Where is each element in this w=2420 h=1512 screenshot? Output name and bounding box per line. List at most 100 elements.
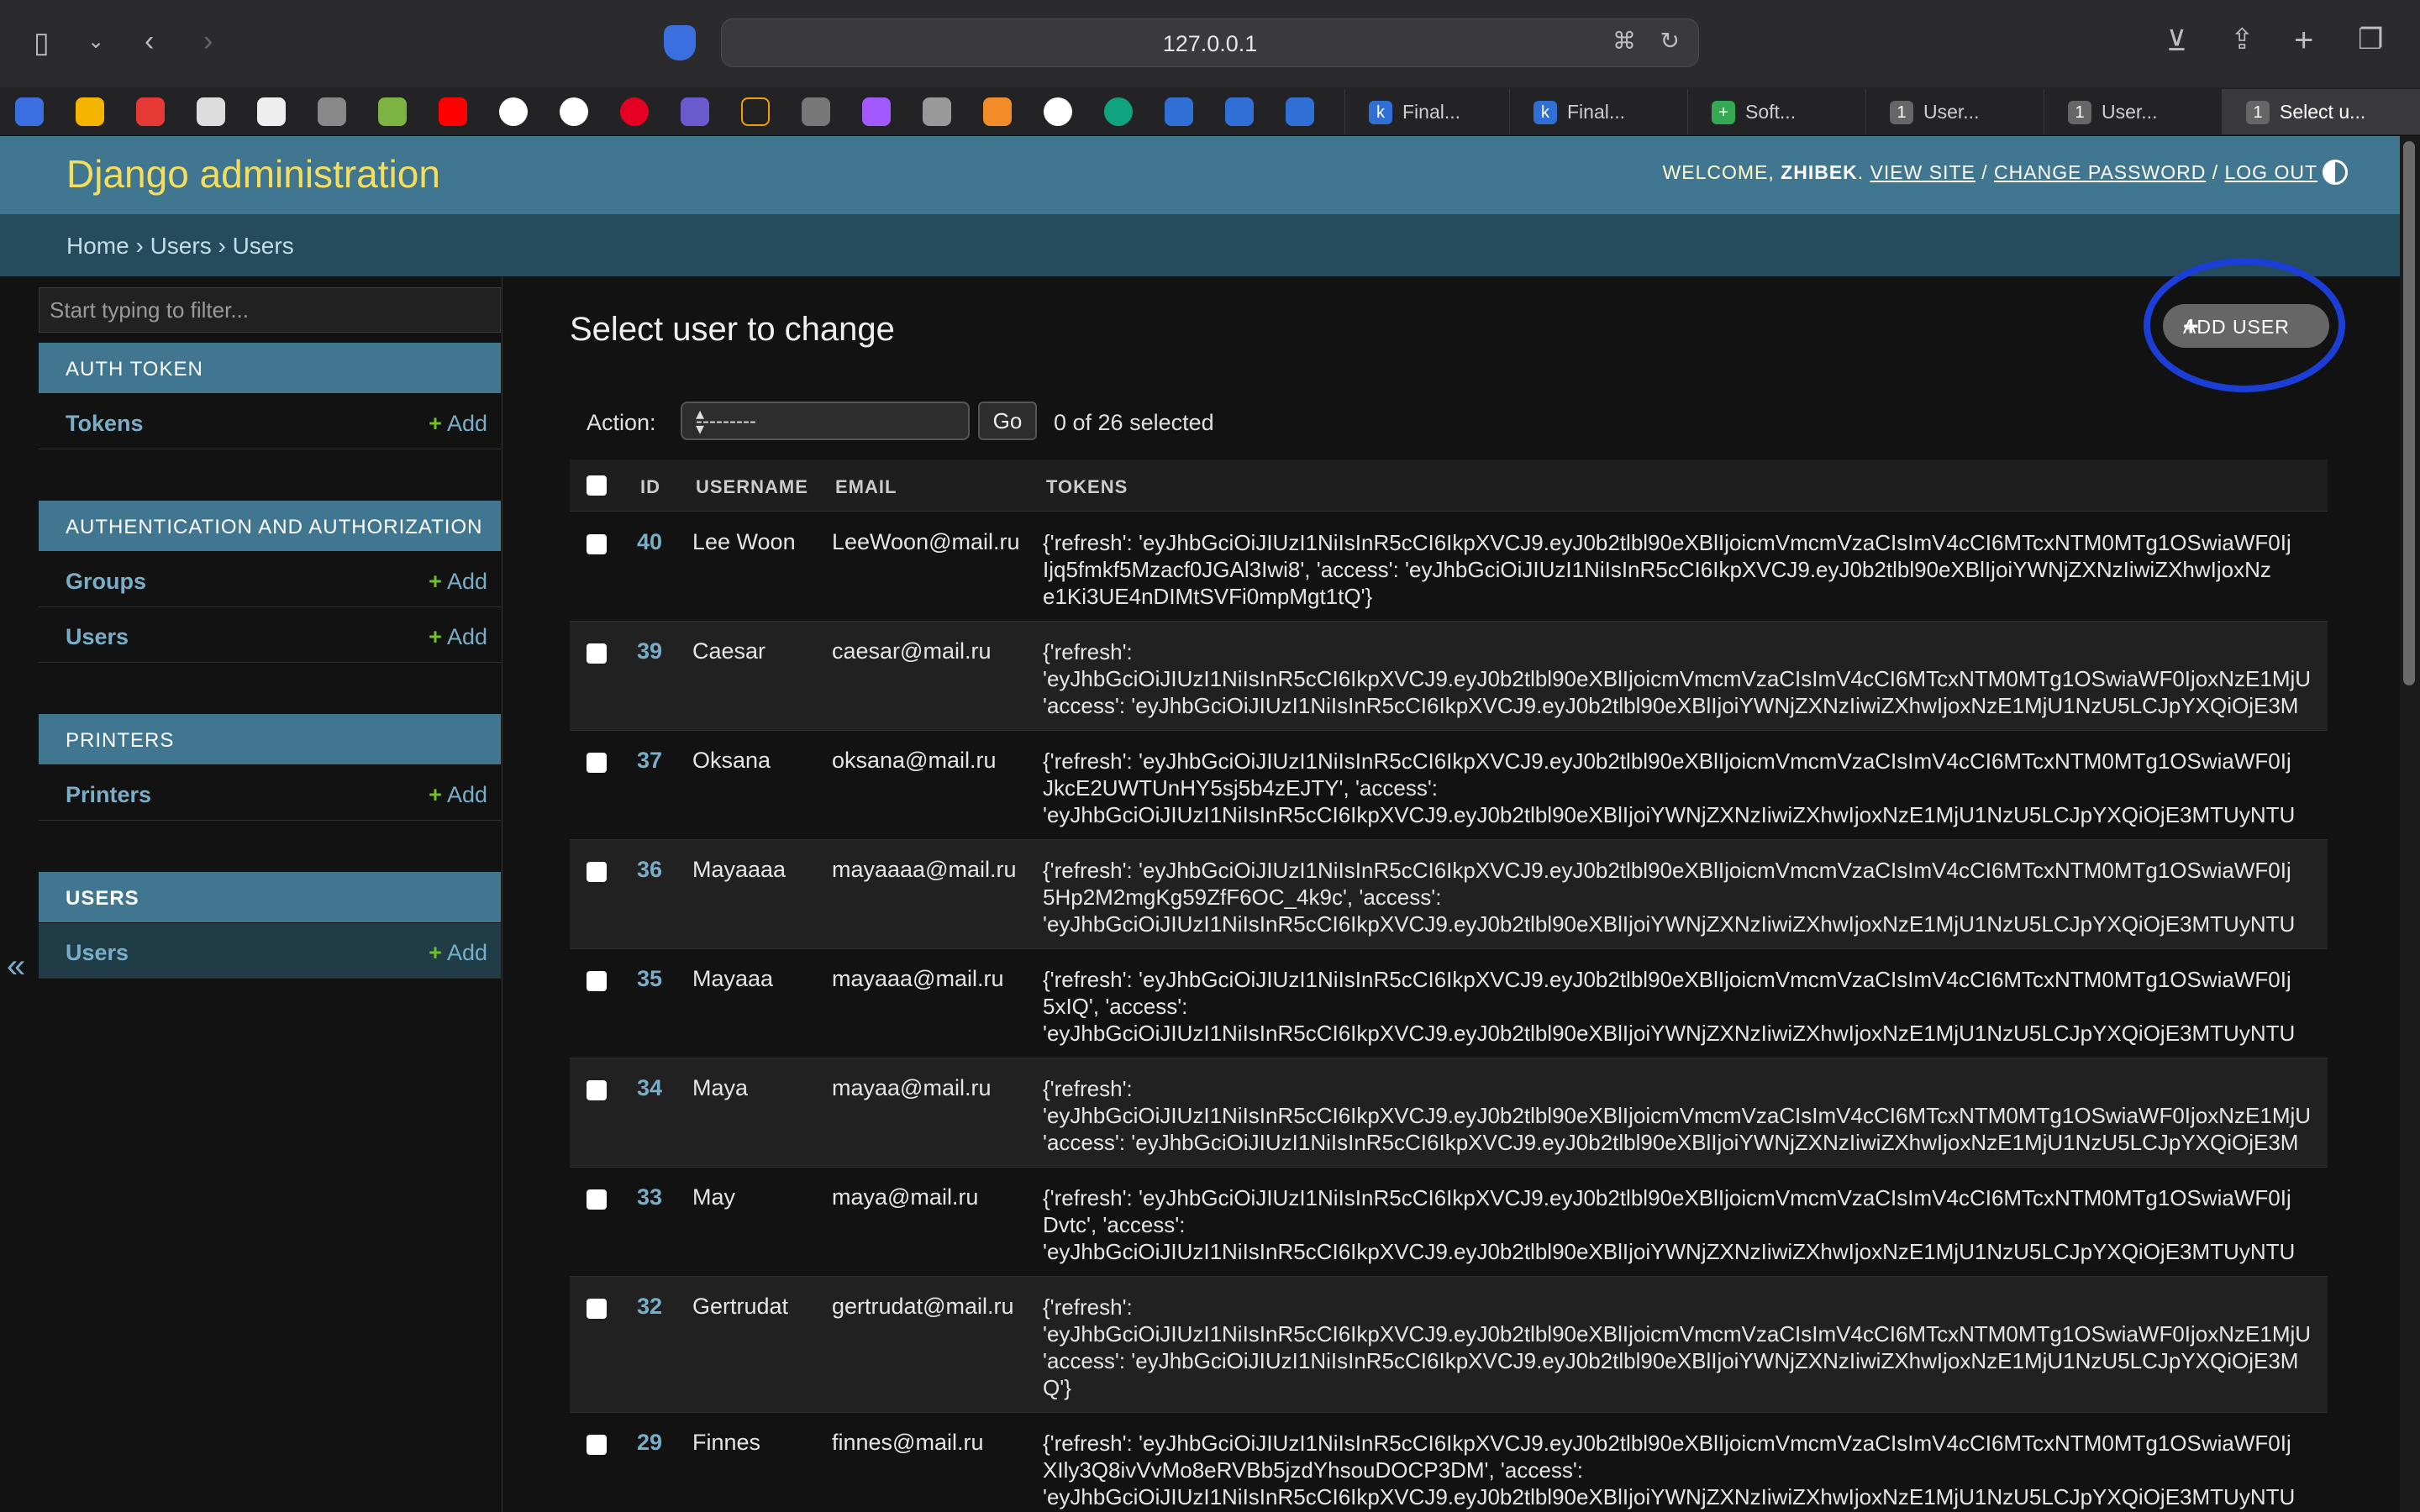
breadcrumb-text[interactable]: Home › Users › Users xyxy=(66,233,294,260)
user-tools: WELCOME, ZHIBEK. VIEW SITE / CHANGE PASS… xyxy=(1662,161,2317,183)
pinned-tab-github-icon[interactable] xyxy=(560,97,588,126)
tab-sheets[interactable]: + Soft... xyxy=(1687,89,1865,134)
column-header-id[interactable]: ID xyxy=(640,476,660,498)
add-groups-link[interactable]: + Add xyxy=(429,569,487,595)
sidebar-item-label[interactable]: Users xyxy=(66,940,129,966)
sidebar-item-label[interactable]: Groups xyxy=(66,569,146,595)
collapse-sidebar-icon[interactable]: « xyxy=(7,948,25,985)
user-id-link[interactable]: 35 xyxy=(637,966,662,992)
sidebar-item-users-auth[interactable]: Users + Add xyxy=(39,607,501,663)
row-checkbox[interactable] xyxy=(587,753,607,773)
user-id-link[interactable]: 32 xyxy=(637,1294,662,1320)
user-id-link[interactable]: 33 xyxy=(637,1184,662,1210)
go-button[interactable]: Go xyxy=(978,402,1037,440)
user-id-link[interactable]: 40 xyxy=(637,529,662,555)
user-id-link[interactable]: 39 xyxy=(637,638,662,664)
sidebar-item-label[interactable]: Tokens xyxy=(66,411,144,437)
row-checkbox[interactable] xyxy=(587,534,607,554)
tab-final-1[interactable]: k Final... xyxy=(1344,89,1509,134)
view-site-link[interactable]: VIEW SITE xyxy=(1870,161,1975,183)
sidebar-item-groups[interactable]: Groups + Add xyxy=(39,552,501,607)
log-out-link[interactable]: LOG OUT xyxy=(2224,161,2317,183)
module-users[interactable]: USERS xyxy=(39,872,501,922)
pinned-tab-icon[interactable] xyxy=(378,97,407,126)
sidebar-item-tokens[interactable]: Tokens + Add xyxy=(39,394,501,449)
sidebar-toggle-icon[interactable]: ▯ xyxy=(34,29,50,57)
site-brand[interactable]: Django administration xyxy=(66,151,440,197)
nav-filter[interactable] xyxy=(39,287,501,333)
tab-final-2[interactable]: k Final... xyxy=(1509,89,1687,134)
user-id-link[interactable]: 36 xyxy=(637,857,662,883)
sidebar-item-label[interactable]: Printers xyxy=(66,782,151,808)
tab-user-1[interactable]: 1 User... xyxy=(1865,89,2044,134)
pinned-tab-icon[interactable] xyxy=(318,97,346,126)
module-auth-token[interactable]: AUTH TOKEN xyxy=(39,343,501,393)
pinned-tab-icon[interactable] xyxy=(983,97,1012,126)
scrollbar-thumb[interactable] xyxy=(2403,141,2415,685)
pinned-tab-cisco-icon[interactable] xyxy=(923,97,951,126)
theme-toggle-icon[interactable] xyxy=(2323,160,2348,185)
pinned-tab-chatgpt-icon[interactable] xyxy=(1104,97,1133,126)
sidebar-item-printers[interactable]: Printers + Add xyxy=(39,765,501,821)
pinned-tab-icon[interactable] xyxy=(257,97,286,126)
row-checkbox[interactable] xyxy=(587,643,607,664)
row-checkbox[interactable] xyxy=(587,862,607,882)
pinned-tab-k-icon[interactable] xyxy=(1286,97,1314,126)
user-id-link[interactable]: 29 xyxy=(637,1430,662,1456)
pinned-tab-figma-icon[interactable] xyxy=(862,97,891,126)
pinned-tab-youtube-icon[interactable] xyxy=(439,97,467,126)
pinned-tab-icon[interactable] xyxy=(681,97,709,126)
user-id-link[interactable]: 37 xyxy=(637,748,662,774)
pinned-tab-icon[interactable] xyxy=(197,97,225,126)
row-checkbox[interactable] xyxy=(587,1189,607,1210)
pinned-tab-heart-icon[interactable] xyxy=(136,97,165,126)
add-users-link[interactable]: + Add xyxy=(429,940,487,966)
translate-icon[interactable]: ⌘ xyxy=(1612,29,1636,53)
new-tab-icon[interactable]: + xyxy=(2294,24,2313,57)
table-row: 29 Finnes finnes@mail.ru {'refresh': 'eyJhb… xyxy=(570,1413,2328,1512)
sidebar-item-users-current[interactable]: Users + Add xyxy=(39,923,501,979)
pinned-tab-icon[interactable] xyxy=(741,97,770,126)
pinned-tab-k-icon[interactable] xyxy=(1225,97,1254,126)
tab-user-2[interactable]: 1 User... xyxy=(2044,89,2222,134)
tab-select-user-active[interactable]: 1 Select u... xyxy=(2222,89,2420,134)
tab-overview-icon[interactable]: ❐ xyxy=(2358,25,2383,54)
pinned-tab-drive-icon[interactable] xyxy=(76,97,104,126)
module-printers[interactable]: PRINTERS xyxy=(39,714,501,764)
row-checkbox[interactable] xyxy=(587,1299,607,1319)
forward-icon[interactable]: › xyxy=(203,27,213,55)
row-checkbox[interactable] xyxy=(587,1080,607,1100)
row-checkbox[interactable] xyxy=(587,1435,607,1455)
add-printers-link[interactable]: + Add xyxy=(429,782,487,808)
pinned-tab-k-icon[interactable] xyxy=(1165,97,1193,126)
address-bar[interactable]: 127.0.0.1 ⌘ ↻ xyxy=(721,18,1699,67)
user-id-link[interactable]: 34 xyxy=(637,1075,662,1101)
download-icon[interactable]: ⊻ xyxy=(2166,27,2187,55)
sidebar-item-label[interactable]: Users xyxy=(66,624,129,650)
column-header-username[interactable]: USERNAME xyxy=(696,476,808,498)
pinned-tab-icon[interactable] xyxy=(15,97,44,126)
pinned-tab-icon[interactable] xyxy=(802,97,830,126)
pinned-tab-github-icon[interactable] xyxy=(1044,97,1072,126)
chevron-down-icon[interactable]: ⌄ xyxy=(87,32,104,52)
email-cell: gertrudat@mail.ru xyxy=(832,1294,1014,1319)
action-select[interactable]: --------- ▴ ▾ xyxy=(681,402,970,440)
pinned-tab-google-icon[interactable] xyxy=(499,97,528,126)
row-checkbox[interactable] xyxy=(587,971,607,991)
welcome-text: WELCOME, xyxy=(1662,161,1775,183)
module-authentication[interactable]: AUTHENTICATION AND AUTHORIZATION xyxy=(39,501,501,551)
change-password-link[interactable]: CHANGE PASSWORD xyxy=(1994,161,2206,183)
select-all-checkbox[interactable] xyxy=(587,475,607,496)
share-icon[interactable]: ⇪ xyxy=(2230,25,2254,54)
privacy-shield-icon[interactable] xyxy=(664,25,696,60)
back-icon[interactable]: ‹ xyxy=(145,27,154,55)
reload-icon[interactable]: ↻ xyxy=(1660,29,1680,53)
add-icon: + xyxy=(429,782,442,807)
add-users-link[interactable]: + Add xyxy=(429,624,487,650)
column-header-email[interactable]: EMAIL xyxy=(835,476,897,498)
column-header-tokens[interactable]: TOKENS xyxy=(1046,476,1128,498)
nav-filter-input[interactable] xyxy=(39,288,500,332)
pinned-tab-pinterest-icon[interactable] xyxy=(620,97,649,126)
add-tokens-link[interactable]: + Add xyxy=(429,411,487,437)
tab-label: Select u... xyxy=(2280,101,2366,123)
